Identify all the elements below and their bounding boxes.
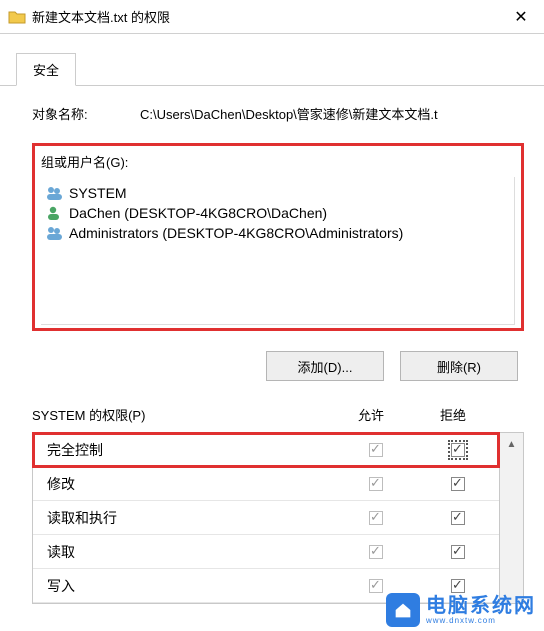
object-name-value: C:\Users\DaChen\Desktop\管家速修\新建文本文档.t	[140, 104, 524, 123]
perm-row-full-control: 完全控制	[33, 433, 499, 467]
principal-list[interactable]: SYSTEM DaChen (DESKTOP-4KG8CRO\DaChen) A…	[41, 177, 515, 325]
watermark-text: 电脑系统网	[426, 596, 536, 616]
remove-button-label: 删除(R)	[437, 357, 481, 376]
perm-row-read-execute: 读取和执行	[33, 501, 499, 535]
group-icon	[45, 225, 65, 241]
scroll-up-icon: ▲	[507, 439, 517, 450]
deny-checkbox[interactable]	[451, 511, 465, 525]
perm-row-modify: 修改	[33, 467, 499, 501]
deny-checkbox[interactable]	[451, 579, 465, 593]
deny-checkbox[interactable]	[451, 443, 465, 457]
window-title: 新建文本文档.txt 的权限	[32, 7, 498, 26]
object-name-label: 对象名称:	[32, 104, 140, 123]
allow-column-header: 允许	[330, 405, 412, 424]
deny-checkbox[interactable]	[451, 545, 465, 559]
perm-name: 修改	[47, 474, 335, 494]
watermark-icon	[386, 593, 420, 627]
principal-label: DaChen (DESKTOP-4KG8CRO\DaChen)	[69, 205, 327, 221]
close-icon: ✕	[514, 7, 527, 27]
add-button-label: 添加(D)...	[298, 357, 353, 376]
groups-label: 组或用户名(G):	[41, 152, 515, 171]
perm-name: 写入	[47, 576, 335, 596]
titlebar: 新建文本文档.txt 的权限 ✕	[0, 0, 544, 34]
tab-label: 安全	[33, 63, 59, 78]
user-icon	[45, 205, 65, 221]
remove-button[interactable]: 删除(R)	[400, 351, 518, 381]
principal-dachen[interactable]: DaChen (DESKTOP-4KG8CRO\DaChen)	[45, 203, 510, 223]
watermark: 电脑系统网 www.dnxtw.com	[386, 593, 536, 627]
object-name-row: 对象名称: C:\Users\DaChen\Desktop\管家速修\新建文本文…	[32, 104, 524, 123]
allow-checkbox[interactable]	[369, 579, 383, 593]
perm-name: 读取和执行	[47, 508, 335, 528]
permissions-header: SYSTEM 的权限(P) 允许 拒绝	[32, 405, 524, 432]
deny-checkbox[interactable]	[451, 477, 465, 491]
scrollbar[interactable]: ▲	[500, 432, 524, 604]
button-row: 添加(D)... 删除(R)	[32, 351, 518, 381]
principal-label: SYSTEM	[69, 185, 127, 201]
principal-label: Administrators (DESKTOP-4KG8CRO\Administ…	[69, 225, 403, 241]
principal-administrators[interactable]: Administrators (DESKTOP-4KG8CRO\Administ…	[45, 223, 510, 243]
watermark-subtext: www.dnxtw.com	[426, 616, 536, 625]
allow-checkbox[interactable]	[369, 477, 383, 491]
tab-strip: 安全	[0, 34, 544, 86]
principal-system[interactable]: SYSTEM	[45, 183, 510, 203]
permissions-container: 完全控制 修改 读取和执行 读取 写入	[32, 432, 524, 604]
groups-box: 组或用户名(G): SYSTEM DaChen (DESKTOP-4KG8CRO…	[32, 143, 524, 331]
perm-row-read: 读取	[33, 535, 499, 569]
deny-column-header: 拒绝	[412, 405, 494, 424]
perm-name: 完全控制	[47, 440, 335, 460]
permissions-table: 完全控制 修改 读取和执行 读取 写入	[32, 432, 500, 604]
permissions-header-label: SYSTEM 的权限(P)	[32, 405, 330, 424]
perm-name: 读取	[47, 542, 335, 562]
allow-checkbox[interactable]	[369, 443, 383, 457]
allow-checkbox[interactable]	[369, 511, 383, 525]
tab-security[interactable]: 安全	[16, 53, 76, 86]
close-button[interactable]: ✕	[498, 0, 544, 34]
group-icon	[45, 185, 65, 201]
folder-icon	[8, 10, 26, 24]
add-button[interactable]: 添加(D)...	[266, 351, 384, 381]
allow-checkbox[interactable]	[369, 545, 383, 559]
